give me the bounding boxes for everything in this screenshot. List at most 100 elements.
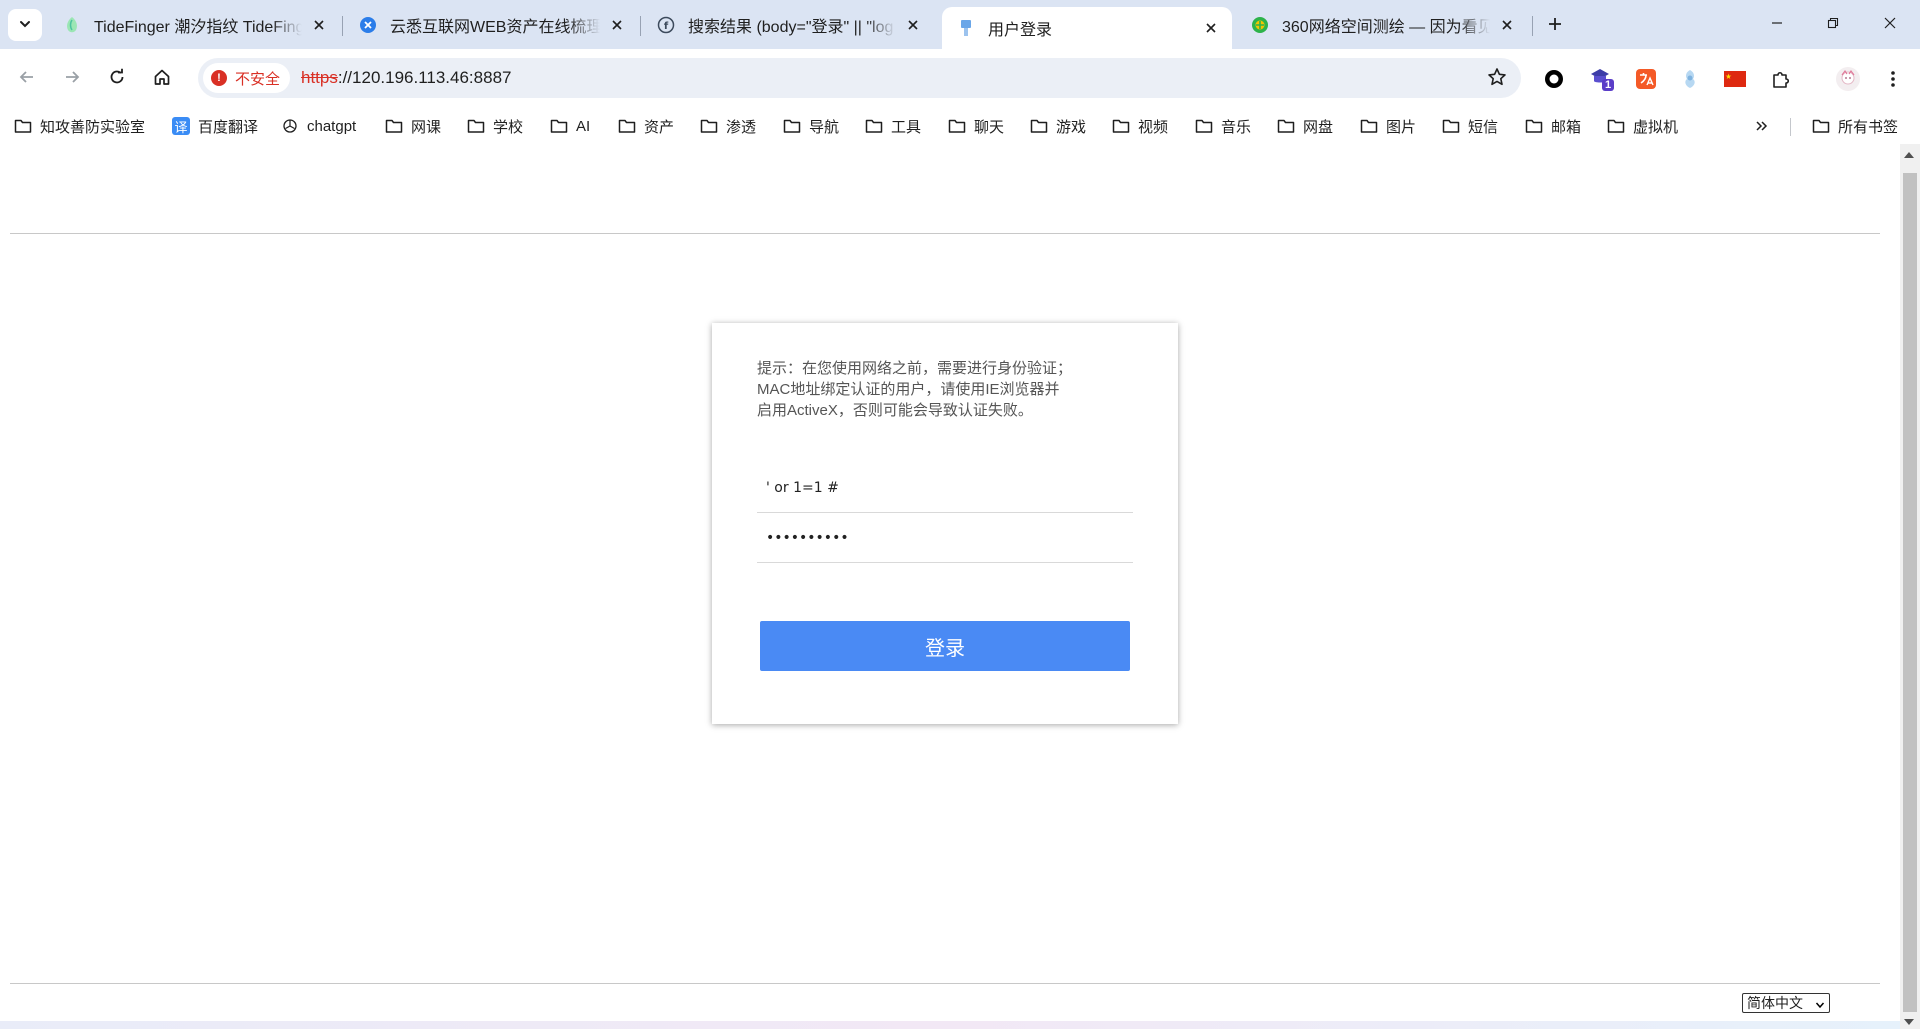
restore-button[interactable] [1813,8,1853,40]
close-icon [1884,16,1896,32]
more-vert-icon[interactable] [1880,66,1906,92]
folder-icon [1442,117,1460,135]
profile-avatar-icon[interactable] [1835,66,1861,92]
bookmark-label: 聊天 [974,118,1005,136]
restore-icon [1827,16,1839,32]
tab-360-mapping[interactable]: 360网络空间测绘 — 因为看见 [1236,7,1528,43]
bookmark-item[interactable]: 短信 [1442,114,1498,138]
bookmark-star-button[interactable] [1485,66,1509,90]
folder-icon [1112,117,1130,135]
url-text[interactable]: https://120.196.113.46:8887 [301,68,511,88]
svg-text:f: f [664,21,669,32]
reload-button[interactable] [100,61,134,95]
login-button[interactable]: 登录 [760,621,1130,671]
folder-icon [1277,117,1295,135]
bookmark-item[interactable]: 虚拟机 [1607,114,1678,138]
url-host: ://120.196.113.46:8887 [337,68,512,87]
folder-icon [1525,117,1543,135]
bookmark-item[interactable]: 聊天 [948,114,1004,138]
all-bookmarks[interactable]: 所有书签 [1812,114,1898,138]
tab-search-button[interactable] [8,9,42,41]
tab-tidefinger[interactable]: TideFinger 潮汐指纹 TideFinger [48,7,340,43]
bookmark-item[interactable]: 游戏 [1030,114,1086,138]
folder-icon [700,117,718,135]
auth-hint: 提示：在您使用网络之前，需要进行身份验证； MAC地址绑定认证的用户，请使用IE… [757,358,1107,421]
tab-separator [640,16,641,36]
tab-user-login[interactable]: 用户登录 [942,7,1232,49]
close-icon[interactable] [902,14,924,36]
vertical-scrollbar[interactable] [1900,144,1920,1029]
forward-button[interactable] [55,61,89,95]
flag-cn-extension-icon[interactable] [1722,66,1748,92]
chevron-double-right-icon[interactable] [1752,116,1772,136]
bookmark-item[interactable]: 音乐 [1195,114,1251,138]
folder-icon [865,117,883,135]
new-tab-button[interactable] [1541,11,1569,39]
url-scheme: https [301,68,338,87]
close-icon[interactable] [1200,17,1222,39]
folder-icon [1030,117,1048,135]
folder-icon [1607,117,1625,135]
address-bar[interactable]: ! 不安全 https://120.196.113.46:8887 [198,58,1521,98]
bookmark-item[interactable]: 知攻善防实验室 [14,114,145,138]
fofa-icon: f [656,15,676,35]
bookmark-label: 工具 [891,118,922,136]
scroll-up-arrow-icon[interactable] [1904,152,1914,158]
bookmark-label: 资产 [644,118,675,136]
folder-icon [385,117,403,135]
minimize-icon [1771,16,1783,32]
scrollbar-thumb[interactable] [1903,173,1917,1012]
circle-extension-icon[interactable] [1541,66,1567,92]
baidu-translate-icon: 译 [172,117,190,135]
language-select[interactable]: 简体中文 [1742,993,1830,1013]
bookmark-item[interactable]: 学校 [467,114,523,138]
bookmark-label: 知攻善防实验室 [40,118,146,136]
bookmark-item[interactable]: 邮箱 [1525,114,1581,138]
bookmark-item[interactable]: 渗透 [700,114,756,138]
bookmark-item[interactable]: 图片 [1360,114,1416,138]
login-card: 提示：在您使用网络之前，需要进行身份验证； MAC地址绑定认证的用户，请使用IE… [712,323,1178,724]
bookmark-label: 网课 [411,118,442,136]
hint-line: 启用ActiveX，否则可能会导致认证失败。 [757,402,1033,419]
username-input[interactable] [757,463,1133,512]
close-window-button[interactable] [1870,8,1910,40]
folder-icon [783,117,801,135]
close-icon[interactable] [606,14,628,36]
chevron-down-icon [18,17,32,34]
bookmark-item[interactable]: 视频 [1112,114,1168,138]
bookmark-label: 短信 [1468,118,1499,136]
password-input[interactable] [757,513,1133,562]
scroll-down-arrow-icon[interactable] [1904,1019,1914,1025]
site-security-chip[interactable]: ! 不安全 [203,63,291,93]
tab-title: 360网络空间测绘 — 因为看见 [1282,19,1490,36]
bookmark-item[interactable]: 网课 [385,114,441,138]
badge-extension-icon[interactable]: 1 [1589,66,1615,92]
bookmark-label: 虚拟机 [1633,118,1679,136]
tab-fofa-search[interactable]: f 搜索结果 (body="登录" || "log [642,7,934,43]
close-icon[interactable] [308,14,330,36]
puzzle-extensions-icon[interactable] [1768,66,1794,92]
bookmark-item[interactable]: chatgpt [281,114,356,138]
bookmark-item[interactable]: 工具 [865,114,921,138]
bookmark-item[interactable]: AI [550,114,590,138]
home-button[interactable] [145,61,179,95]
tidefinger-extension-icon[interactable] [1677,66,1703,92]
tab-separator [1532,16,1533,36]
tab-yunxi[interactable]: 云悉互联网WEB资产在线梳理| [344,7,638,43]
close-icon[interactable] [1496,14,1518,36]
minimize-button[interactable] [1757,8,1797,40]
bookmark-label: 网盘 [1303,118,1334,136]
back-button[interactable] [10,61,44,95]
bookmark-item[interactable]: 网盘 [1277,114,1333,138]
bookmark-item[interactable]: 译百度翻译 [172,114,258,138]
bookmark-label: 音乐 [1221,118,1252,136]
chevron-down-icon [1815,997,1825,1013]
tab-title: 搜索结果 (body="登录" || "log [688,19,894,36]
bookmark-item[interactable]: 导航 [783,114,839,138]
star-icon [1487,67,1507,90]
yunxi-icon [358,15,378,35]
bookmark-item[interactable]: 资产 [618,114,674,138]
translate-glyph: 译 [172,117,190,135]
bookmark-label: 游戏 [1056,118,1087,136]
translate-extension-icon[interactable] [1633,66,1659,92]
